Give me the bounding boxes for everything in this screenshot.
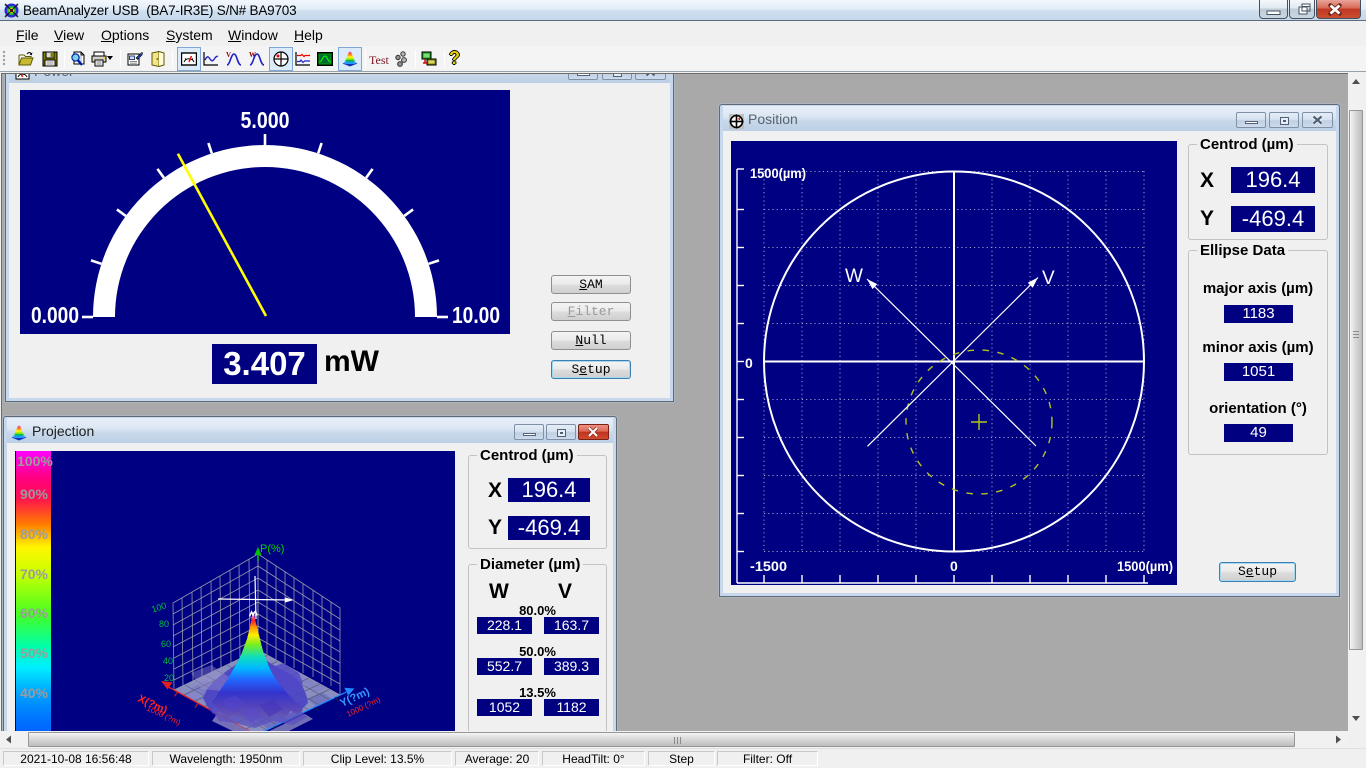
- svg-text:1500(µm): 1500(µm): [1117, 558, 1173, 574]
- svg-text:V: V: [1042, 268, 1055, 289]
- svg-text:10.00: 10.00: [452, 302, 500, 328]
- svg-text:5.000: 5.000: [241, 107, 290, 133]
- svg-text:P(%): P(%): [260, 543, 284, 555]
- svg-text:100: 100: [150, 600, 167, 614]
- svg-text:20: 20: [164, 673, 174, 683]
- svg-text:0: 0: [950, 558, 958, 574]
- svg-text:80: 80: [159, 619, 169, 629]
- svg-text:1500(µm): 1500(µm): [750, 165, 806, 181]
- svg-text:60: 60: [161, 639, 171, 649]
- svg-text:0.000: 0.000: [31, 302, 79, 328]
- svg-text:0: 0: [745, 355, 753, 371]
- svg-text:40: 40: [163, 656, 173, 666]
- svg-text:-1500: -1500: [750, 558, 787, 574]
- svg-text:W: W: [845, 266, 863, 287]
